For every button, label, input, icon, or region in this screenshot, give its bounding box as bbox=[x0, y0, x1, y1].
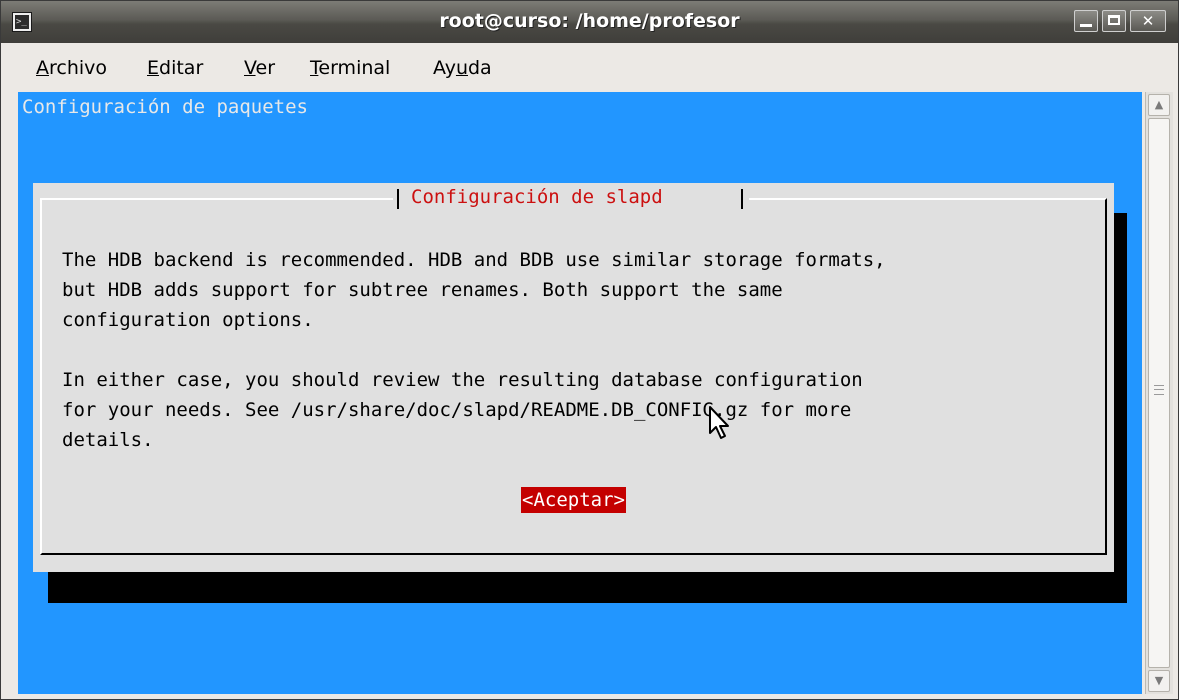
arrow-down-icon: ▼ bbox=[1154, 674, 1164, 687]
screen-header: Configuración de paquetes bbox=[22, 96, 308, 118]
maximize-button[interactable] bbox=[1102, 10, 1126, 32]
maximize-icon bbox=[1108, 15, 1120, 25]
dialog-title: Configuración de slapd bbox=[411, 186, 663, 208]
dialog-title-box: Configuración de slapd bbox=[393, 183, 749, 213]
terminal-window: >_ root@curso: /home/profesor ✕ Archivo … bbox=[0, 0, 1179, 700]
scroll-thumb[interactable] bbox=[1148, 118, 1170, 668]
title-tick-left bbox=[397, 189, 399, 209]
dialog-message: The HDB backend is recommended. HDB and … bbox=[62, 249, 886, 451]
menu-ver[interactable]: Ver bbox=[244, 57, 275, 79]
menu-ayuda[interactable]: Ayuda bbox=[433, 57, 492, 79]
menu-bar: Archivo Editar Ver Terminal Ayuda bbox=[1, 43, 1178, 89]
terminal-screen[interactable]: Configuración de paquetes Configuración … bbox=[18, 92, 1142, 694]
menu-archivo[interactable]: Archivo bbox=[36, 57, 107, 79]
menu-terminal[interactable]: Terminal bbox=[310, 57, 390, 79]
minimize-button[interactable] bbox=[1074, 10, 1098, 32]
title-tick-right bbox=[741, 189, 743, 209]
accept-button[interactable]: <Aceptar> bbox=[521, 487, 626, 513]
arrow-up-icon: ▲ bbox=[1154, 98, 1164, 111]
mouse-pointer-icon bbox=[709, 406, 729, 439]
menu-editar[interactable]: Editar bbox=[147, 57, 203, 79]
scroll-down-button[interactable]: ▼ bbox=[1148, 670, 1170, 692]
grip-icon bbox=[1154, 385, 1164, 395]
vertical-scrollbar[interactable]: ▲ ▼ bbox=[1145, 92, 1173, 694]
close-icon: ✕ bbox=[1141, 12, 1155, 30]
config-dialog: Configuración de slapd The HDB backend i… bbox=[33, 183, 1114, 572]
scroll-up-button[interactable]: ▲ bbox=[1148, 94, 1170, 116]
window-title: root@curso: /home/profesor bbox=[439, 10, 740, 32]
minimize-icon bbox=[1080, 24, 1092, 27]
title-bar[interactable]: >_ root@curso: /home/profesor ✕ bbox=[1, 1, 1178, 44]
close-button[interactable]: ✕ bbox=[1130, 10, 1166, 32]
